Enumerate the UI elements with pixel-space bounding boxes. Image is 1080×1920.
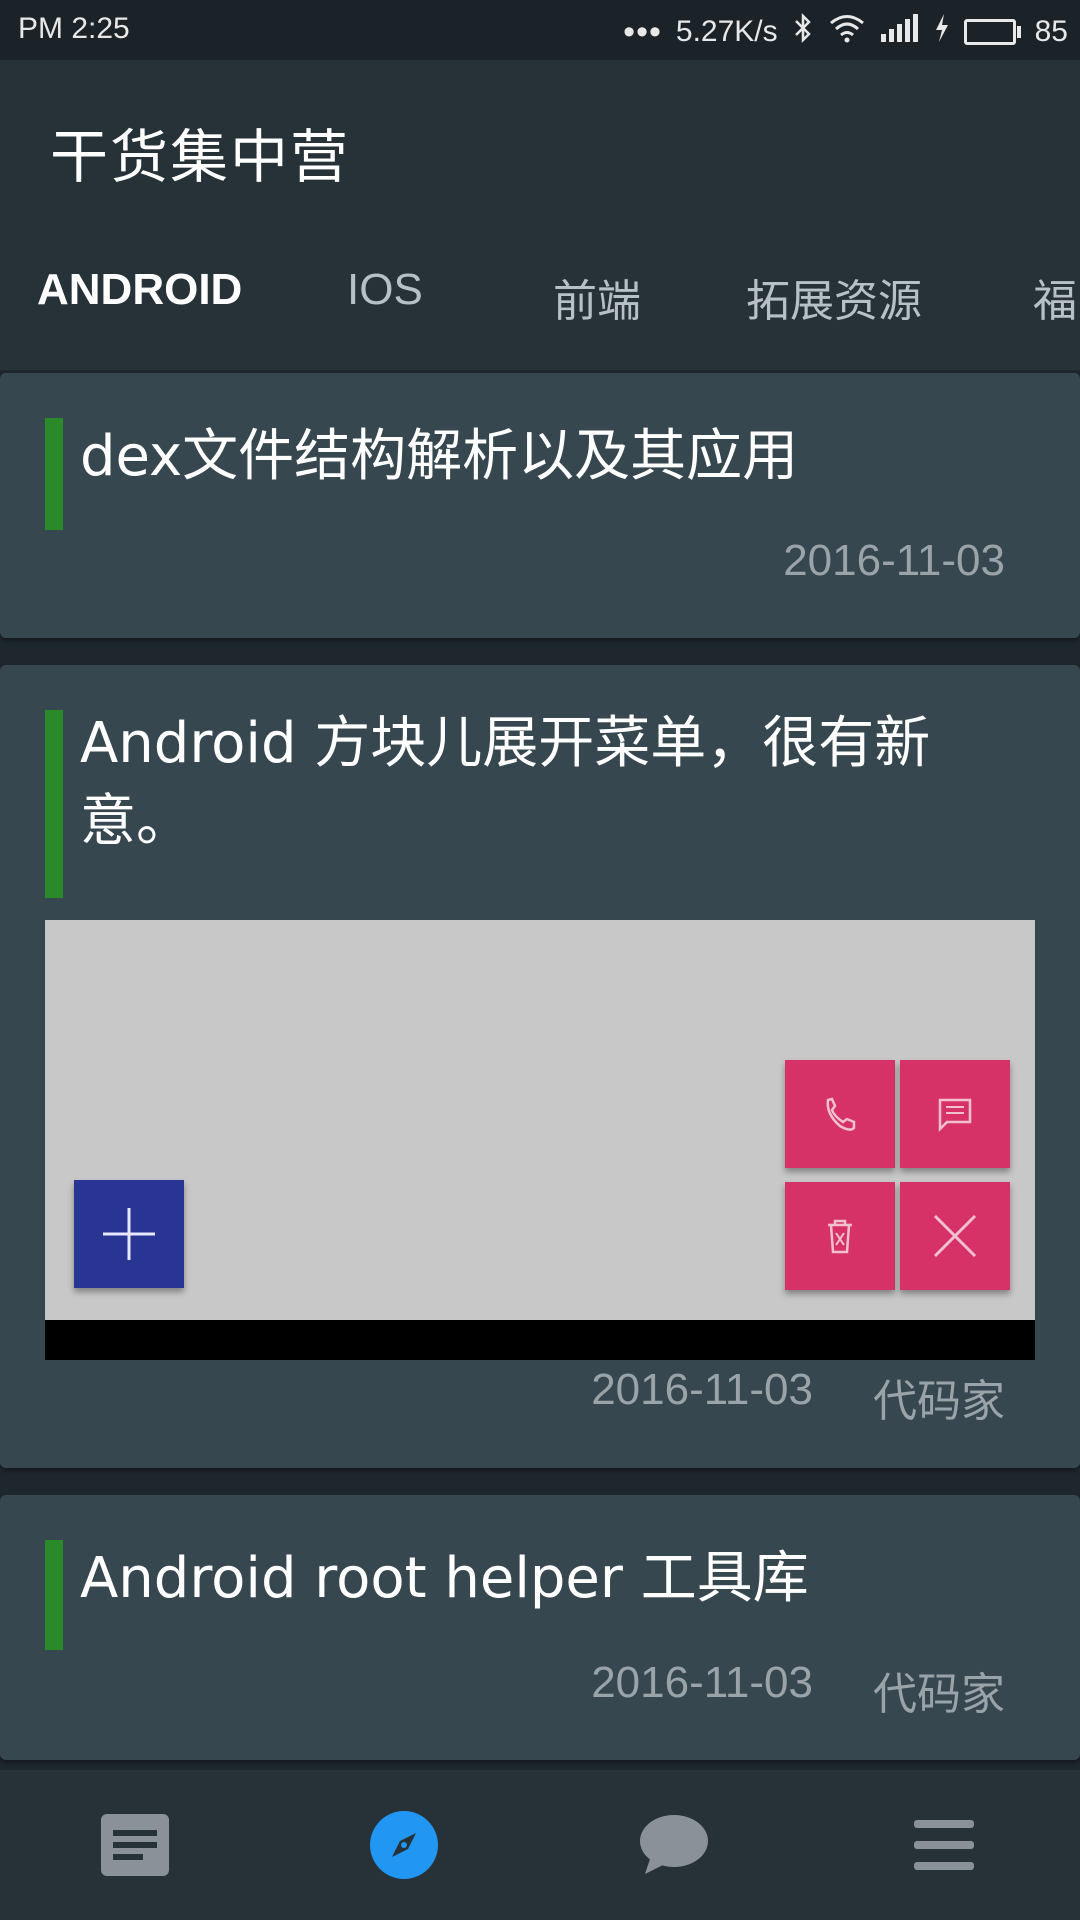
bluetooth-icon	[792, 12, 814, 52]
article-icon	[101, 1814, 169, 1876]
battery-percent: 85	[1034, 15, 1068, 48]
nav-articles[interactable]	[90, 1800, 180, 1890]
status-icons: ••• 5.27K/s 85	[623, 12, 1068, 52]
bottom-navigation	[0, 1770, 1080, 1920]
category-tabs: ANDROID IOS 前端 拓展资源 福	[0, 265, 1080, 355]
delete-icon	[785, 1182, 895, 1290]
article-title[interactable]: Android root helper 工具库	[80, 1540, 1020, 1618]
article-title[interactable]: dex文件结构解析以及其应用	[80, 418, 1020, 496]
more-dots-icon: •••	[623, 12, 662, 51]
menu-icon	[914, 1820, 974, 1870]
tab-extended-resources[interactable]: 拓展资源	[746, 265, 922, 329]
battery-icon	[963, 19, 1021, 45]
image-bottom-strip	[45, 1320, 1035, 1360]
app-bar: 干货集中营 ANDROID IOS 前端 拓展资源 福	[0, 60, 1080, 370]
network-speed: 5.27K/s	[675, 15, 778, 48]
app-root: PM 2:25 ••• 5.27K/s 85 干货集中营 ANDROID IOS…	[0, 0, 1080, 1920]
close-icon	[900, 1182, 1010, 1290]
tab-frontend[interactable]: 前端	[553, 265, 641, 329]
charging-icon	[934, 13, 950, 51]
nav-chat[interactable]	[629, 1800, 719, 1890]
signal-icon	[880, 14, 920, 50]
article-meta: 2016-11-03 代码家	[591, 1365, 1005, 1429]
nav-discover[interactable]	[359, 1800, 449, 1890]
nav-menu[interactable]	[899, 1800, 989, 1890]
article-date: 2016-11-03	[783, 536, 1005, 585]
article-card[interactable]: Android root helper 工具库 2016-11-03 代码家	[0, 1495, 1080, 1760]
article-title[interactable]: Android 方块儿展开菜单，很有新意。	[80, 705, 1020, 861]
article-date: 2016-11-03	[591, 1365, 813, 1414]
tab-android[interactable]: ANDROID	[37, 265, 242, 315]
accent-bar	[45, 710, 63, 898]
phone-icon	[785, 1060, 895, 1168]
plus-icon	[74, 1180, 184, 1288]
compass-icon	[370, 1811, 438, 1879]
status-time: PM 2:25	[18, 12, 130, 45]
article-meta: 2016-11-03 代码家	[591, 1658, 1005, 1722]
article-meta: 2016-11-03	[783, 536, 1005, 586]
tab-ios[interactable]: IOS	[347, 265, 423, 315]
accent-bar	[45, 418, 63, 530]
accent-bar	[45, 1540, 63, 1650]
article-author: 代码家	[873, 1377, 1005, 1426]
status-bar: PM 2:25 ••• 5.27K/s 85	[0, 0, 1080, 60]
article-date: 2016-11-03	[591, 1658, 813, 1707]
article-card[interactable]: dex文件结构解析以及其应用 2016-11-03	[0, 373, 1080, 638]
wifi-icon	[828, 13, 866, 51]
chat-icon	[640, 1815, 708, 1874]
tab-welfare[interactable]: 福	[1033, 265, 1077, 329]
app-title: 干货集中营	[50, 123, 351, 191]
message-icon	[900, 1060, 1010, 1168]
article-preview-image[interactable]	[45, 920, 1035, 1360]
article-author: 代码家	[873, 1670, 1005, 1719]
